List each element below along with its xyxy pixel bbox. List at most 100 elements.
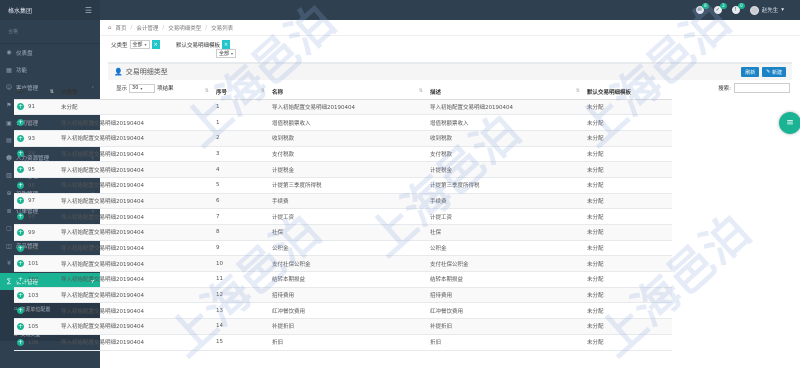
template-select[interactable]: 全部 ▾ [216,49,237,58]
table-row[interactable]: +96 导入初始配置交易明细20190404 5 计提第三季度所得税 计提第三季度所得税… [14,177,672,194]
calc-icon: ∑ [6,278,12,286]
breadcrumb-home[interactable]: 首页 [116,24,127,32]
expand-row-icon[interactable]: + [17,291,24,299]
table-row[interactable]: +93 导入初始配置交易明细20190404 2 收到税款 收到税款 未分配 [14,130,672,147]
table-cell: 公积金 [427,240,584,257]
expand-row-icon[interactable]: + [17,228,24,236]
cell-text: 15 [216,339,223,346]
cell-text: 1 [216,103,220,110]
cell-text: 104 [28,308,39,315]
cell-text: 导入初始配置交易明细20190404 [61,293,144,300]
column-header[interactable]: 默认交易明细模板 [584,86,672,100]
breadcrumb-type[interactable]: 交易明细类型 [168,24,201,32]
table-row[interactable]: +91 未分配 1 导入初始配置交易明细20190404 导入初始配置交易明细20190… [14,99,672,116]
cell-text: 未分配 [61,104,78,111]
sort-icon[interactable]: ⇅ [50,89,54,95]
cell-text: 未分配 [587,136,604,143]
sidebar-item[interactable]: ▦ 功能 [0,62,100,80]
expand-row-icon[interactable]: + [17,213,24,221]
brand-name: 格水集团 [8,7,33,15]
expand-row-icon[interactable]: + [17,103,24,111]
search-input[interactable] [734,83,790,93]
table-cell: 手续费 [427,193,584,210]
column-header[interactable]: 父类型 ⇅ [58,86,213,100]
filter-bar: 父类型 全部 ▾ × 默认交易明细模板 × 全部 ▾ [100,36,800,60]
box-icon: ◫ [6,242,12,250]
table-cell: 计提工资 [269,208,427,225]
expand-row-icon[interactable]: + [17,307,24,315]
cell-text: 导入初始配置交易明细20190404 [61,198,144,205]
expand-row-icon[interactable]: + [17,338,24,346]
list-icon: ≣ [6,207,12,215]
table-cell: 导入初始配置交易明细20190404 [427,99,584,116]
message-icon[interactable]: ✉ 8 [695,3,709,14]
expand-row-icon[interactable]: + [17,119,24,127]
sort-icon[interactable]: ⇅ [576,88,580,94]
task-icon[interactable]: ✓ 2 [713,3,727,14]
cell-text: 未分配 [587,308,604,315]
expand-row-icon[interactable]: + [17,197,24,205]
new-button[interactable]: ✎ 新建 [762,67,786,77]
table-row[interactable]: +104 导入初始配置交易明细20190404 13 红冲餐饮费用 红冲餐饮费用 未分配 [14,302,672,320]
cell-text: 公积金 [430,246,447,253]
table-row[interactable]: +94 导入初始配置交易明细20190404 3 支付税款 支付税款 未分配 [14,146,672,163]
table-row[interactable]: +98 导入初始配置交易明细20190404 7 计提工资 计提工资 未分配 [14,208,672,225]
hamburger-icon[interactable]: ☰ [85,6,92,15]
sort-icon[interactable]: ⇅ [261,88,265,94]
refresh-button[interactable]: 刷新 [741,67,760,77]
cell-text: 社保 [430,230,442,237]
cell-text: 13 [216,307,223,314]
notice-icon[interactable]: ! 0 [731,3,745,14]
table-row[interactable]: +99 导入初始配置交易明细20190404 8 社保 社保 未分配 [14,224,672,241]
cart-icon: ⊕ [6,190,12,198]
brand-bar: 格水集团 ☰ [0,0,100,20]
table-row[interactable]: +106 导入初始配置交易明细20190404 15 折旧 折旧 未分配 [14,334,672,351]
table-cell: 12 [213,287,269,304]
table-row[interactable]: +102 导入初始配置交易明细20190404 11 结转本期损益 结转本期损益 未分配 [14,271,672,288]
cell-text: 未分配 [587,246,604,253]
expand-row-icon[interactable]: + [17,244,24,252]
table-row[interactable]: +100 导入初始配置交易明细20190404 9 公积金 公积金 未分配 [14,240,672,257]
parent-type-select[interactable]: 全部 ▾ [129,40,150,49]
table-row[interactable]: +92 导入初始配置交易明细20190404 1 增值税额票收入 增值税额票收入 未分配 [14,114,672,131]
floating-menu-button[interactable]: ≡ [779,112,800,134]
cell-text: 补提折旧 [272,324,295,331]
user-icon: 👤 [114,68,123,76]
expand-row-icon[interactable]: + [17,134,24,142]
table-row[interactable]: +105 导入初始配置交易明细20190404 14 补提折旧 补提折旧 未分配 [14,318,672,335]
sort-icon[interactable]: ⇅ [205,88,209,94]
expand-row-icon[interactable]: + [17,275,24,283]
column-header[interactable]: ID ⇅ [14,86,58,100]
column-header-label: 父类型 [61,90,78,97]
breadcrumb-current: 交易列表 [211,25,234,32]
table-row[interactable]: +95 导入初始配置交易明细20190404 4 计提税金 计提税金 未分配 [14,161,672,178]
cell-text: 导入初始配置交易明细20190404 [61,183,144,190]
doc-icon: ▥ [6,172,12,180]
table-cell: +95 [14,161,58,178]
expand-row-icon[interactable]: + [17,260,24,268]
money-icon: ¥ [7,260,11,268]
column-header[interactable]: 名称 ⇅ [269,86,427,100]
expand-row-icon[interactable]: + [17,181,24,189]
column-header[interactable]: 描述 ⇅ [427,86,584,100]
cell-text: 导入初始配置交易明细20190404 [272,104,355,111]
cell-text: 未分配 [587,324,604,331]
cell-text: 未分配 [587,167,604,174]
breadcrumb-accounting[interactable]: 会计管理 [136,24,158,32]
sort-icon[interactable]: ⇅ [419,88,423,94]
parent-type-clear-button[interactable]: × [151,40,160,49]
table-row[interactable]: +101 导入初始配置交易明细20190404 10 支付社保公积金 支付社保公积金 未分… [14,255,672,273]
table-row[interactable]: +97 导入初始配置交易明细20190404 6 手续费 手续费 未分配 [14,193,672,210]
expand-row-icon[interactable]: + [17,166,24,174]
table-row[interactable]: +103 导入初始配置交易明细20190404 12 招待费用 招待费用 未分配 [14,287,672,304]
table-cell: 支付社保公积金 [427,255,584,273]
sidebar-item[interactable]: ◉ 仪表盘 [0,44,100,62]
table-cell: 导入初始配置交易明细20190404 [58,193,213,210]
expand-row-icon[interactable]: + [17,322,24,330]
column-header[interactable]: 序号 ⇅ [213,86,269,100]
table-cell: 计提税金 [269,161,427,178]
user-menu[interactable]: 赵先生 ▾ [749,5,784,15]
expand-row-icon[interactable]: + [17,150,24,158]
template-clear-button[interactable]: × [222,40,231,49]
cell-text: 94 [28,151,35,158]
